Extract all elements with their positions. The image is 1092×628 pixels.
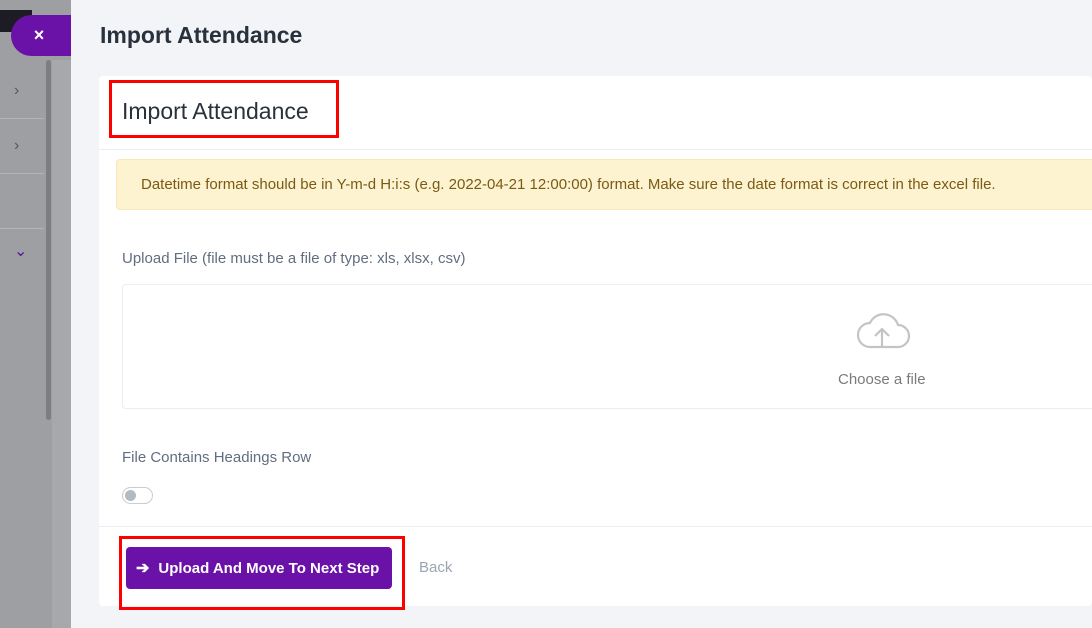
back-link[interactable]: Back: [419, 559, 452, 576]
background-sidebar: › › ⌄: [0, 0, 71, 628]
headings-row-label: File Contains Headings Row: [122, 449, 312, 466]
sidebar-row: ›: [0, 119, 44, 174]
chevron-right-icon: ›: [14, 82, 20, 99]
chevron-right-icon: ›: [14, 137, 20, 154]
sidebar-scrollbar: [46, 60, 51, 420]
sidebar-row: ›: [0, 64, 44, 119]
import-card: Import Attendance Datetime format should…: [99, 76, 1092, 610]
page-title: Import Attendance: [100, 22, 303, 48]
sidebar-row: [0, 174, 44, 229]
close-icon: ×: [33, 25, 45, 45]
file-dropzone[interactable]: Choose a file: [122, 284, 1092, 409]
card-header: Import Attendance: [99, 76, 1092, 150]
date-format-alert: Datetime format should be in Y-m-d H:i:s…: [116, 159, 1092, 210]
import-drawer: Import Attendance Import Attendance Date…: [71, 0, 1092, 628]
upload-next-step-button[interactable]: ➔ Upload And Move To Next Step: [126, 547, 392, 589]
background-content-edge: [52, 60, 71, 628]
upload-next-step-label: Upload And Move To Next Step: [158, 559, 380, 577]
choose-file-text: Choose a file: [838, 371, 926, 388]
chevron-down-icon: ⌄: [14, 243, 28, 260]
close-drawer-button[interactable]: ×: [11, 15, 71, 56]
cloud-upload-icon: [856, 313, 911, 349]
highlight-box: [109, 80, 339, 138]
toggle-knob: [125, 490, 136, 501]
upload-file-label: Upload File (file must be a file of type…: [122, 250, 466, 267]
card-footer: ➔ Upload And Move To Next Step Back: [99, 526, 1092, 610]
arrow-right-icon: ➔: [136, 560, 150, 577]
headings-row-toggle[interactable]: [122, 487, 153, 504]
